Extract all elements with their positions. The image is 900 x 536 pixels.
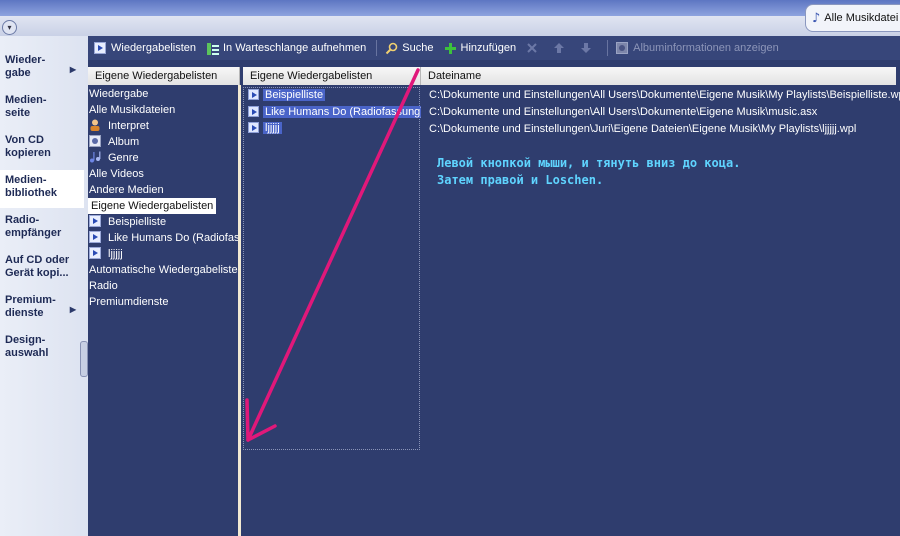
playlist-icon [248,122,259,133]
task-label: Auf CD oder Gerät kopi... [5,254,70,279]
arrow-up-icon [553,42,565,54]
playlist-icon [248,89,259,100]
toolbar-separator [376,40,378,56]
feature-taskbar: Wieder- gabe ▶ Medien- seite Von CD kopi… [0,36,88,536]
list-item-label: Like Humans Do (Radiofassung) [263,106,426,118]
toolbar-separator [607,40,609,56]
filename-panel [421,85,900,536]
tree-item-label: Interpret [108,120,149,132]
task-von-cd-kopieren[interactable]: Von CD kopieren [0,134,84,170]
add-to-queue-button[interactable]: In Warteschlange aufnehmen [206,42,367,55]
chevron-right-icon: ▶ [69,65,76,74]
album-icon [89,135,101,147]
tree-item-eigene-wiedergabelisten[interactable]: Eigene Wiedergabelisten [88,198,217,214]
column-header-tree[interactable]: Eigene Wiedergabelisten [88,67,240,85]
move-up-button[interactable] [553,42,570,54]
playlist-icon [89,215,101,227]
task-radioempfaenger[interactable]: Radio- empfänger [0,214,84,250]
search-button[interactable]: Suche [385,42,434,55]
task-label: Premium- dienste [5,294,56,319]
list-item-label: ljjjjj [263,122,282,134]
tree-item-automatische-wiedergabelisten[interactable]: Automatische Wiedergabelisten [89,262,238,278]
search-label: Suche [402,42,434,54]
task-label: Design- auswahl [5,334,49,359]
tree-item-andere-medien[interactable]: Andere Medien [89,182,164,198]
music-notes-icon [89,151,101,163]
list-item[interactable]: ljjjjj [248,121,282,136]
library-toolbar: Wiedergabelisten In Warteschlange aufneh… [88,36,900,60]
task-designauswahl[interactable]: Design- auswahl [0,334,84,370]
add-to-queue-label: In Warteschlange aufnehmen [223,42,367,54]
tree-item-radio[interactable]: Radio [89,278,118,294]
tree-item-like-humans-do[interactable]: Like Humans Do (Radiofass [89,230,238,246]
task-wiedergabe[interactable]: Wieder- gabe ▶ [0,54,84,90]
task-label: Medien- bibliothek [5,174,57,199]
library-view-tab[interactable]: ♪ Alle Musikdatei [805,4,900,32]
playlist-icon [248,106,259,117]
table-row[interactable]: C:\Dokumente und Einstellungen\All Users… [429,87,900,103]
task-label: Medien- seite [5,94,47,119]
search-icon [385,42,398,55]
move-down-button[interactable] [580,42,597,54]
tree-item-label: Like Humans Do (Radiofass [108,232,238,244]
task-label: Radio- empfänger [5,214,62,239]
task-medienbibliothek[interactable]: Medien- bibliothek [0,170,84,208]
delete-button[interactable] [526,42,543,54]
playlist-icon [89,231,101,243]
queue-icon [206,42,219,55]
add-button[interactable]: Hinzufügen [444,42,517,54]
list-item[interactable]: Like Humans Do (Radiofassung) [248,105,426,120]
tree-item-alle-videos[interactable]: Alle Videos [89,166,144,182]
list-item[interactable]: Beispielliste [248,88,326,103]
instruction-note-line1: Левой кнопкой мыши, и тянуть вниз до коц… [437,156,741,170]
selection-drag-rectangle [243,87,420,450]
plus-icon [444,42,456,54]
table-row[interactable]: C:\Dokumente und Einstellungen\Juri\Eige… [429,121,856,137]
playlists-label: Wiedergabelisten [111,42,196,54]
instruction-note-line2: Затем правой и Loschen. [437,173,604,187]
taskbar-collapse-handle[interactable] [80,341,88,377]
album-info-label: Albuminformationen anzeigen [633,42,779,54]
list-item-label: Beispielliste [263,89,326,101]
arrow-down-icon [580,42,592,54]
tree-item-premiumdienste[interactable]: Premiumdienste [89,294,168,310]
playlist-icon [89,247,101,259]
add-label: Hinzufügen [460,42,517,54]
tree-item-label: Album [108,136,140,148]
tree-item-label: Genre [108,152,139,164]
column-header-filename[interactable]: Dateiname [421,67,896,85]
tree-item-wiedergabe[interactable]: Wiedergabe [89,86,148,102]
tree-item-album[interactable]: Album [89,134,139,150]
tree-item-beispielliste[interactable]: Beispielliste [89,214,166,230]
close-icon [526,42,538,54]
task-medienseite[interactable]: Medien- seite [0,94,84,130]
column-header-list[interactable]: Eigene Wiedergabelisten [243,67,421,85]
tree-item-genre[interactable]: Genre [89,150,139,166]
task-auf-cd-kopieren[interactable]: Auf CD oder Gerät kopi... [0,254,84,290]
artist-icon [89,119,101,131]
tree-item-ljjjjj[interactable]: ljjjjj [89,246,123,262]
tree-item-alle-musikdateien[interactable]: Alle Musikdateien [89,102,175,118]
task-label: Wieder- gabe [5,54,46,79]
playlists-button[interactable]: Wiedergabelisten [94,42,196,54]
task-label: Von CD kopieren [5,134,51,159]
library-view-label: Alle Musikdatei [824,12,899,24]
app-menu-button[interactable]: ▾ [2,20,17,35]
tree-item-label: Beispielliste [108,216,167,228]
title-bar: ▾ ♪ Alle Musikdatei [0,0,900,36]
music-note-icon: ♪ [812,10,821,26]
table-row[interactable]: C:\Dokumente und Einstellungen\All Users… [429,104,817,120]
album-info-icon [616,42,629,54]
tree-item-label: ljjjjj [108,248,123,260]
album-info-button[interactable]: Albuminformationen anzeigen [616,42,779,54]
tree-item-interpret[interactable]: Interpret [89,118,149,134]
playlist-icon [94,42,106,54]
task-premiumdienste[interactable]: Premium- dienste ▶ [0,294,84,330]
chevron-right-icon: ▶ [69,305,76,314]
title-strip [0,0,900,16]
